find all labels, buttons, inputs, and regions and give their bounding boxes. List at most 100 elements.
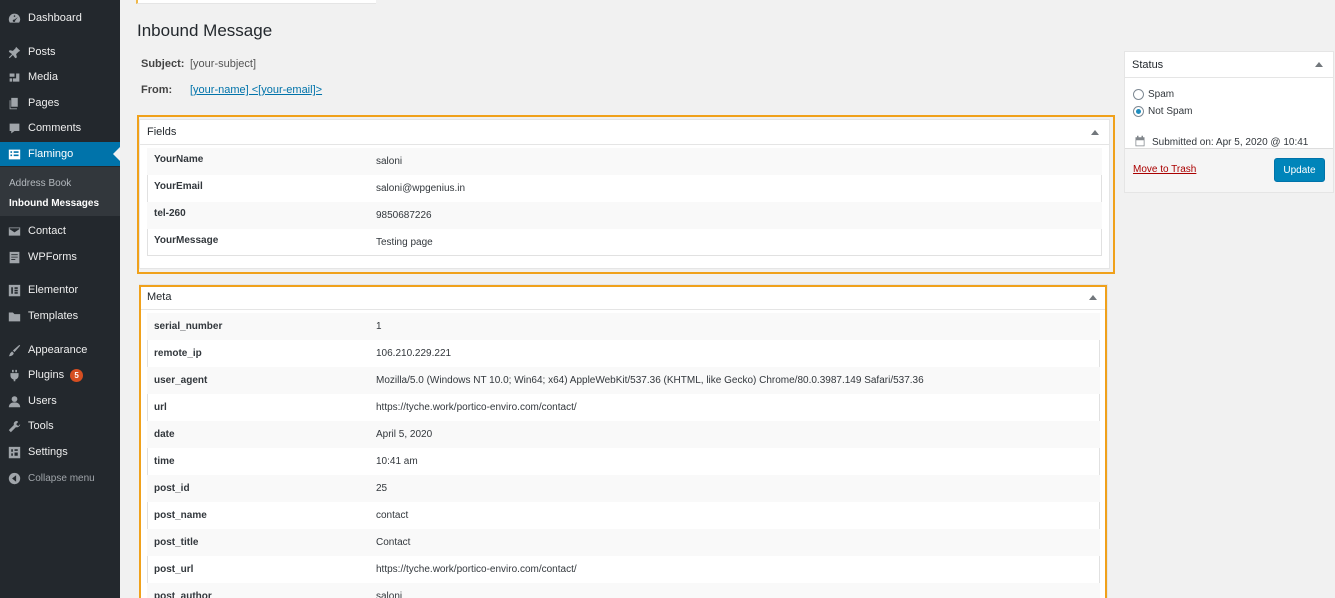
collapse-menu-button[interactable]: Collapse menu [0,466,120,490]
table-row: user_agent Mozilla/5.0 (Windows NT 10.0; … [147,367,1100,394]
menu-label: Tools [28,420,54,432]
user-icon [7,394,21,408]
meta-value: https://tyche.work/portico-enviro.com/co… [376,402,577,413]
fields-header: Fields [140,120,1109,145]
meta-key: user_agent [154,375,208,386]
move-to-trash-link[interactable]: Move to Trash [1133,164,1196,175]
radio-button[interactable] [1133,89,1144,100]
field-value: saloni@wpgenius.in [376,183,466,194]
meta-value: contact [376,510,409,521]
elementor-icon [7,283,21,297]
from-label: From: [141,84,173,96]
menu-comments[interactable]: Comments [0,116,120,140]
meta-value: 106.210.229.221 [376,348,452,359]
media-icon [7,70,21,84]
spam-label: Spam [1148,89,1175,100]
meta-key: post_url [154,564,194,575]
submenu-address-book[interactable]: Address Book [9,178,71,189]
menu-label: Flamingo [28,148,74,160]
notice-strip [136,0,376,4]
collapse-icon [7,471,21,485]
pages-icon [7,96,21,110]
meta-value: https://tyche.work/portico-enviro.com/co… [376,564,577,575]
menu-settings[interactable]: Settings [0,440,120,464]
table-row: post_author saloni [147,583,1100,598]
collapse-toggle-icon[interactable] [1314,60,1324,70]
brush-icon [7,343,21,357]
forms-icon [7,250,21,264]
table-row: time 10:41 am [147,448,1100,475]
meta-key: serial_number [154,321,223,332]
fields-postbox: Fields YourName saloni YourEmail saloni@wp… [139,119,1110,269]
menu-contact[interactable]: Contact [0,219,120,243]
comment-icon [7,121,21,135]
meta-key: post_author [154,591,212,598]
meta-key: post_id [154,483,190,494]
menu-label: Settings [28,446,68,458]
menu-elementor[interactable]: Elementor [0,278,120,302]
collapse-toggle-icon[interactable] [1090,127,1100,137]
collapse-label: Collapse menu [28,472,95,484]
table-row: YourName saloni [147,148,1102,175]
menu-label: Comments [28,122,82,134]
subject-label: Subject: [141,58,185,70]
status-footer: Move to Trash Update [1125,148,1333,192]
from-link[interactable]: [your-name] <[your-email]> [190,84,322,96]
menu-posts[interactable]: Posts [0,40,120,64]
meta-title: Meta [147,291,172,303]
meta-key: url [154,402,167,413]
table-row: tel-260 9850687226 [147,202,1102,229]
table-row: YourMessage Testing page [147,229,1102,256]
menu-appearance[interactable]: Appearance [0,338,120,362]
menu-dashboard[interactable]: Dashboard [0,6,120,30]
radio-button-checked[interactable] [1133,106,1144,117]
field-value: 9850687226 [376,210,432,221]
collapse-toggle-icon[interactable] [1088,292,1098,302]
meta-value: Contact [376,537,411,548]
table-row: YourEmail saloni@wpgenius.in [147,175,1102,202]
menu-users[interactable]: Users [0,389,120,413]
meta-key: remote_ip [154,348,202,359]
submenu-inbound-messages[interactable]: Inbound Messages [9,198,99,209]
menu-label: Pages [28,97,60,109]
menu-label: Contact [28,225,66,237]
menu-label: Elementor [28,284,79,296]
menu-label: Media [28,71,58,83]
admin-sidebar: Dashboard Posts Media Pages Comments Fla… [0,0,120,598]
meta-key: date [154,429,175,440]
meta-value: Mozilla/5.0 (Windows NT 10.0; Win64; x64… [376,375,924,386]
field-key: YourEmail [154,181,203,192]
table-row: date April 5, 2020 [147,421,1100,448]
mail-icon [7,224,21,238]
not-spam-radio[interactable]: Not Spam [1133,106,1192,117]
menu-label: Users [28,395,57,407]
subject-value: [your-subject] [190,58,257,70]
menu-pages[interactable]: Pages [0,91,120,115]
field-value: Testing page [376,236,433,248]
menu-wpforms[interactable]: WPForms [0,245,120,269]
menu-label: Plugins [28,369,65,381]
menu-tools[interactable]: Tools [0,414,120,438]
field-key: YourMessage [154,234,219,246]
meta-table: serial_number 1 remote_ip 106.210.229.221 … [147,313,1100,598]
status-postbox: Status Spam Not Spam Submitted on: Apr 5… [1124,51,1334,193]
table-row: remote_ip 106.210.229.221 [147,340,1100,367]
spam-radio[interactable]: Spam [1133,89,1174,100]
field-key: YourName [154,154,204,165]
table-row: url https://tyche.work/portico-enviro.com… [147,394,1100,421]
fields-table: YourName saloni YourEmail saloni@wpgenius.… [147,148,1102,256]
menu-flamingo[interactable]: Flamingo [0,142,120,166]
menu-templates[interactable]: Templates [0,304,120,328]
meta-key: post_title [154,537,199,548]
menu-plugins[interactable]: Plugins 5 [0,363,120,387]
table-row: post_id 25 [147,475,1100,502]
plugin-icon [7,368,21,382]
flamingo-icon [7,147,21,161]
table-row: post_url https://tyche.work/portico-envir… [147,556,1100,583]
menu-label: Templates [28,310,79,322]
meta-header: Meta [140,285,1107,310]
meta-value: 10:41 am [376,456,418,467]
update-button[interactable]: Update [1274,158,1325,182]
menu-media[interactable]: Media [0,65,120,89]
not-spam-label: Not Spam [1148,106,1193,117]
